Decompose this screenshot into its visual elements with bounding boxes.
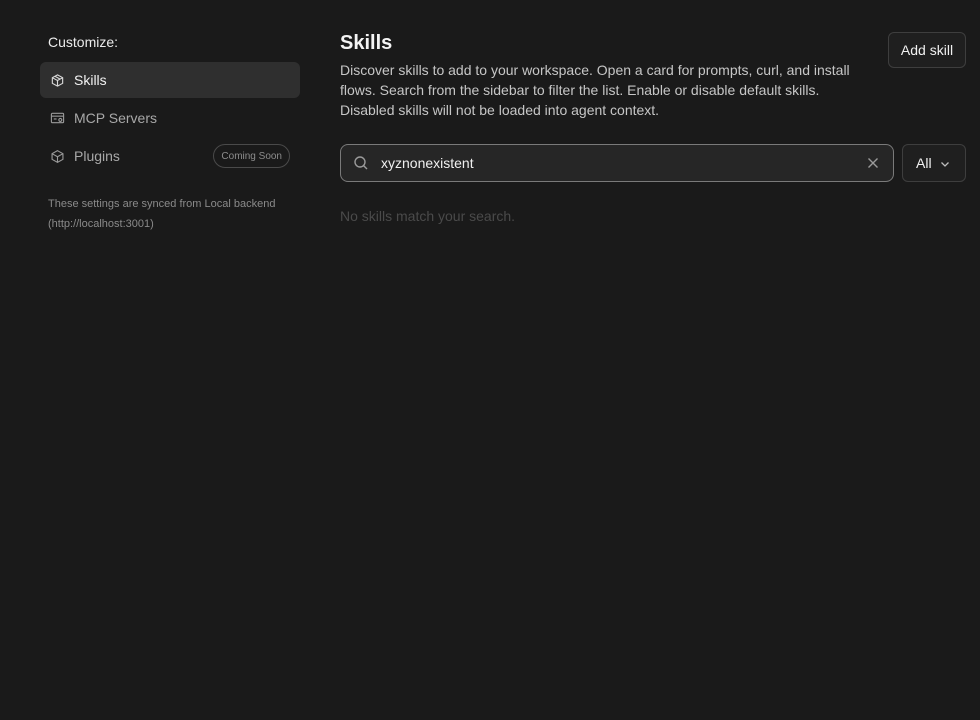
package-icon	[49, 148, 65, 164]
sidebar-heading: Customize:	[48, 34, 119, 50]
sidebar-item-plugins[interactable]: Plugins Coming Soon	[40, 138, 300, 174]
sidebar-item-skills[interactable]: Skills	[40, 62, 300, 98]
search-icon	[354, 156, 368, 170]
page-title: Skills	[340, 32, 393, 54]
sidebar-item-label: Skills	[74, 72, 107, 88]
sidebar-item-mcp-servers[interactable]: MCP Servers	[40, 100, 300, 136]
filter-selected-value: All	[916, 155, 932, 171]
coming-soon-badge: Coming Soon	[213, 144, 290, 168]
page-description: Discover skills to add to your workspace…	[340, 62, 850, 118]
cube-stack-icon	[49, 72, 65, 88]
search-box	[340, 144, 894, 182]
sidebar-item-label: Plugins	[74, 148, 120, 164]
chevron-down-icon	[941, 162, 949, 167]
filter-select[interactable]: All	[902, 144, 966, 182]
sync-note: These settings are synced from Local bac…	[48, 198, 276, 230]
empty-state-message: No skills match your search.	[340, 208, 516, 224]
close-icon[interactable]	[865, 155, 881, 171]
sidebar-item-label: MCP Servers	[74, 110, 157, 126]
add-skill-button[interactable]: Add skill	[888, 32, 966, 68]
server-settings-icon	[49, 110, 65, 126]
app-root: Customize: Skills MCP Servers Plugins Co…	[0, 0, 980, 720]
search-input[interactable]	[381, 145, 851, 181]
